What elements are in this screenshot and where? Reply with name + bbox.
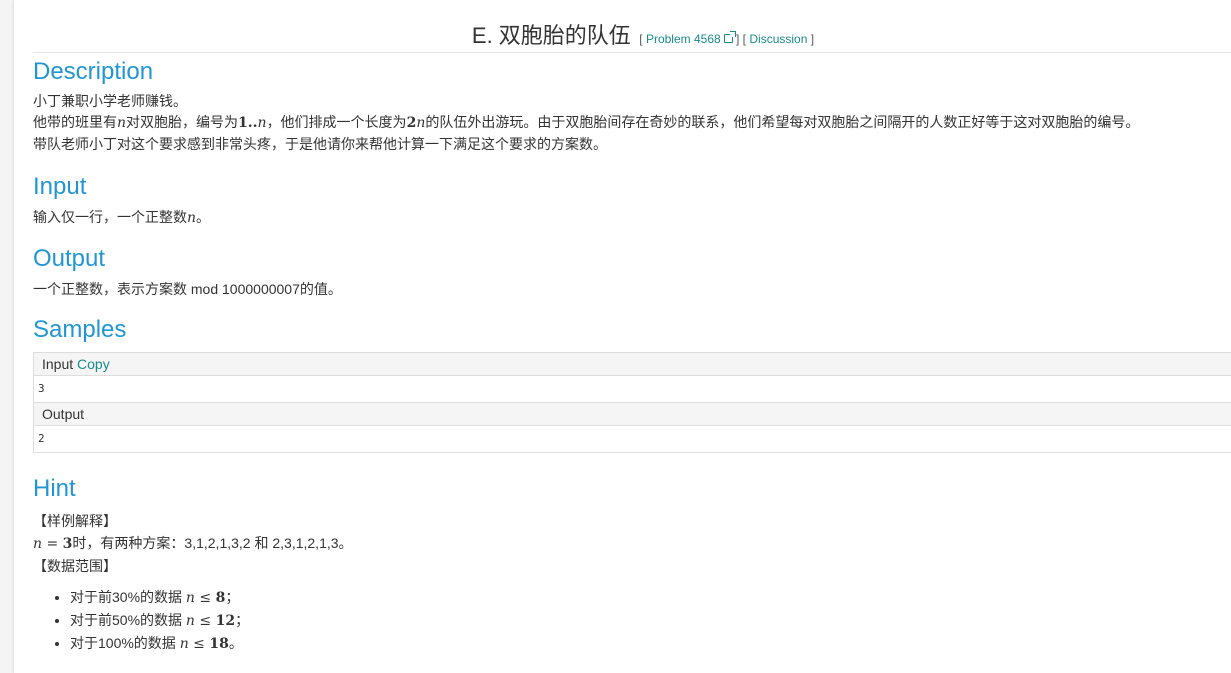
input-section: Input 输入仅一行，一个正整数n。 (33, 172, 210, 229)
sample-input-value: 3 (34, 376, 1231, 403)
description-body: 小丁兼职小学老师赚钱。 他带的班里有n对双胞胎，编号为1..n，他们排成一个长度… (33, 91, 1139, 155)
hint-heading: Hint (33, 475, 76, 502)
math-var: n (416, 115, 426, 131)
hint-example-title: 【样例解释】 (33, 513, 117, 529)
description-line: 带队老师小丁对这个要求感到非常头疼，于是他请你来帮他计算一下满足这个要求的方案数… (33, 136, 607, 152)
problem-link-label[interactable]: Problem 4568 (646, 32, 721, 46)
description-line: 小丁兼职小学老师赚钱。 (33, 93, 187, 109)
description-line: 他带的班里有n对双胞胎，编号为1..n，他们排成一个长度为2n的队伍外出游玩。由… (33, 112, 1139, 134)
math-le: ≤ (194, 590, 216, 606)
math-le: ≤ (188, 636, 210, 652)
problem-content: E. 双胞胎的队伍 [ Problem 4568 ] [ Discussion … (33, 0, 1231, 652)
external-link-icon[interactable] (723, 31, 736, 43)
sample-output-label: Output (42, 406, 85, 422)
bracket: ] (810, 32, 815, 46)
math-le: ≤ (194, 613, 216, 629)
text: 对于100%的数据 (70, 635, 180, 651)
math-var: n (117, 115, 127, 131)
text: ，他们排成一个长度为 (266, 114, 407, 130)
problem-link[interactable]: Problem 4568 (646, 31, 736, 46)
text: 时，有两种方案：3,1,2,1,3,2 和 2,3,1,2,1,3。 (72, 535, 353, 551)
math-num: 18 (209, 636, 229, 652)
hint-range-title: 【数据范围】 (33, 558, 117, 574)
samples-heading: Samples (33, 316, 127, 343)
samples-section: Samples (33, 315, 126, 345)
output-heading: Output (33, 245, 106, 272)
range-item: 对于前30%的数据 n ≤ 8； (70, 586, 353, 609)
output-section: Output 一个正整数，表示方案数 mod 1000000007的值。 (33, 244, 342, 300)
sample-input-header: Input Copy (34, 353, 1231, 376)
text: 。 (228, 635, 243, 651)
range-list: 对于前30%的数据 n ≤ 8； 对于前50%的数据 n ≤ 12； 对于100… (33, 586, 353, 655)
text: 对双胞胎，编号为 (126, 114, 239, 130)
hint-body: 【样例解释】 n = 3时，有两种方案：3,1,2,1,3,2 和 2,3,1,… (33, 510, 353, 577)
text: 。 (196, 209, 211, 225)
math-num: 3 (62, 536, 73, 552)
math-num: 12 (215, 613, 236, 629)
title-links: [ Problem 4568 ] [ Discussion ] (639, 31, 815, 46)
problem-panel: E. 双胞胎的队伍 [ Problem 4568 ] [ Discussion … (14, 0, 1231, 673)
hint-example-line: n = 3时，有两种方案：3,1,2,1,3,2 和 2,3,1,2,1,3。 (33, 532, 353, 555)
sample-input-label: Input (42, 356, 74, 372)
text: ； (235, 612, 250, 628)
math-num: 1 (238, 115, 248, 131)
copy-button[interactable]: Copy (77, 356, 110, 372)
text: 对于前50%的数据 (70, 612, 186, 628)
range-item: 对于前50%的数据 n ≤ 12； (70, 609, 353, 632)
text: 他带的班里有 (33, 114, 117, 130)
math-var: n (185, 613, 195, 629)
discussion-link[interactable]: Discussion (749, 32, 807, 46)
bracket: ] [ (736, 32, 747, 46)
page-title: E. 双胞胎的队伍 (471, 23, 631, 48)
math-var: n (33, 536, 43, 552)
hint-section: Hint 【样例解释】 n = 3时，有两种方案：3,1,2,1,3,2 和 2… (33, 474, 353, 655)
text: 的队伍外出游玩。由于双胞胎间存在奇妙的联系，他们希望每对双胞胎之间隔开的人数正好… (425, 114, 1140, 130)
math-var: n (185, 590, 195, 606)
math-dots: .. (247, 115, 258, 131)
description-heading: Description (33, 58, 154, 85)
math-var: n (187, 210, 197, 226)
text: 输入仅一行，一个正整数 (33, 209, 187, 225)
input-body: 输入仅一行，一个正整数n。 (33, 207, 210, 229)
bracket: [ (639, 32, 643, 46)
input-heading: Input (33, 173, 87, 200)
output-body: 一个正整数，表示方案数 mod 1000000007的值。 (33, 281, 342, 297)
description-section: Description 小丁兼职小学老师赚钱。 他带的班里有n对双胞胎，编号为1… (33, 57, 1139, 155)
text: 对于前30%的数据 (70, 589, 186, 605)
math-num: 8 (215, 590, 226, 606)
math-eq: = (42, 536, 63, 552)
sample-output-header: Output (34, 403, 1231, 426)
math-var: n (257, 115, 267, 131)
math-num: 2 (406, 115, 417, 131)
samples-box: Input Copy 3 Output 2 (33, 352, 1231, 453)
title-row: E. 双胞胎的队伍 [ Problem 4568 ] [ Discussion … (33, 0, 1231, 53)
range-item: 对于100%的数据 n ≤ 18。 (70, 632, 353, 655)
sample-output-value: 2 (38, 432, 45, 445)
text: ； (225, 589, 240, 605)
math-var: n (179, 636, 189, 652)
